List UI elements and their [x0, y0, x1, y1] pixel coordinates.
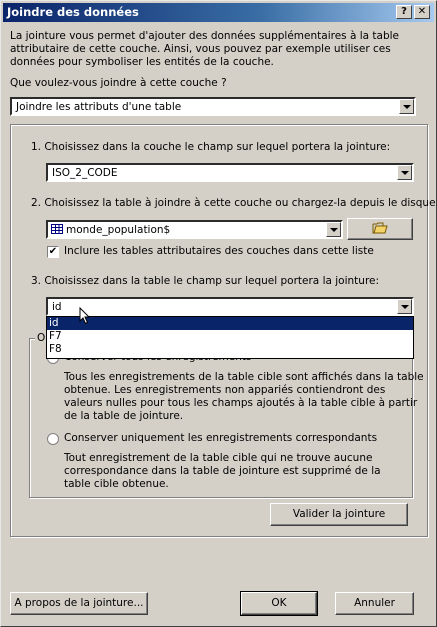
ok-button[interactable]: OK	[240, 591, 318, 616]
step2-label: 2. Choisissez la table à joindre à cette…	[31, 197, 437, 209]
chevron-down-icon[interactable]	[399, 99, 414, 114]
keep-all-desc-2: obtenue. Les enregistrements non apparié…	[64, 384, 386, 396]
chevron-down-icon[interactable]	[326, 222, 341, 237]
chevron-down-icon[interactable]	[397, 299, 412, 314]
join-data-dialog: Joindre des données ? ✕ La jointure vous…	[0, 0, 437, 627]
step1-label: 1. Choisissez dans la couche le champ su…	[31, 141, 391, 153]
dropdown-option-f8[interactable]: F8	[47, 343, 413, 356]
join-field-dropdown-list: id F7 F8	[46, 316, 414, 359]
keep-all-desc-4: de la table de jointure.	[64, 410, 184, 422]
layer-field-combo[interactable]: ISO_2_CODE	[46, 163, 414, 182]
help-icon[interactable]: ?	[396, 5, 412, 19]
include-layer-tables-checkbox[interactable]: ✔	[47, 246, 59, 258]
keep-matching-desc-3: table cible obtenue.	[64, 478, 169, 490]
dropdown-option-id[interactable]: id	[47, 317, 413, 330]
join-type-value: Joindre les attributs d'une table	[16, 101, 182, 113]
keep-all-desc-1: Tous les enregistrements de la table cib…	[64, 371, 424, 383]
keep-matching-radio[interactable]	[47, 433, 59, 445]
cancel-button[interactable]: Annuler	[335, 592, 414, 615]
intro-line-1: La jointure vous permet d'ajouter des do…	[10, 30, 400, 42]
join-table-field-value: id	[52, 301, 62, 313]
join-table-field-combo[interactable]: id	[46, 297, 414, 316]
step3-label: 3. Choisissez dans la table le champ sur…	[31, 275, 380, 287]
dropdown-option-f7[interactable]: F7	[47, 330, 413, 343]
question-label: Que voulez-vous joindre à cette couche ?	[10, 77, 227, 89]
keep-all-desc-3: valeurs nulles pour tous les champs ajou…	[64, 397, 418, 409]
intro-line-3: données pour symboliser les entités de l…	[10, 56, 274, 68]
folder-open-icon	[372, 222, 388, 234]
title-bar: Joindre des données ? ✕	[3, 3, 434, 22]
layer-field-value: ISO_2_CODE	[52, 167, 118, 179]
keep-matching-desc-2: correspondance dans la table de jointure…	[64, 465, 381, 477]
browse-table-button[interactable]	[347, 218, 413, 240]
keep-matching-label: Conserver uniquement les enregistrements…	[64, 432, 378, 444]
about-join-button[interactable]: A propos de la jointure...	[10, 592, 148, 615]
join-table-combo[interactable]: monde_population$	[46, 220, 343, 239]
window-title: Joindre des données	[7, 5, 139, 19]
include-layer-tables-label: Inclure les tables attributaires des cou…	[64, 245, 374, 257]
table-icon	[51, 224, 63, 234]
validate-join-button[interactable]: Valider la jointure	[270, 503, 408, 526]
join-table-value: monde_population$	[66, 224, 171, 236]
mouse-cursor-icon	[79, 307, 91, 325]
join-type-combo[interactable]: Joindre les attributs d'une table	[10, 97, 416, 116]
close-icon[interactable]: ✕	[414, 5, 430, 19]
keep-matching-desc-1: Tout enregistrement de la table cible qu…	[64, 452, 373, 464]
intro-line-2: attributaire de cette couche. Ainsi, vou…	[10, 43, 391, 55]
chevron-down-icon[interactable]	[397, 165, 412, 180]
